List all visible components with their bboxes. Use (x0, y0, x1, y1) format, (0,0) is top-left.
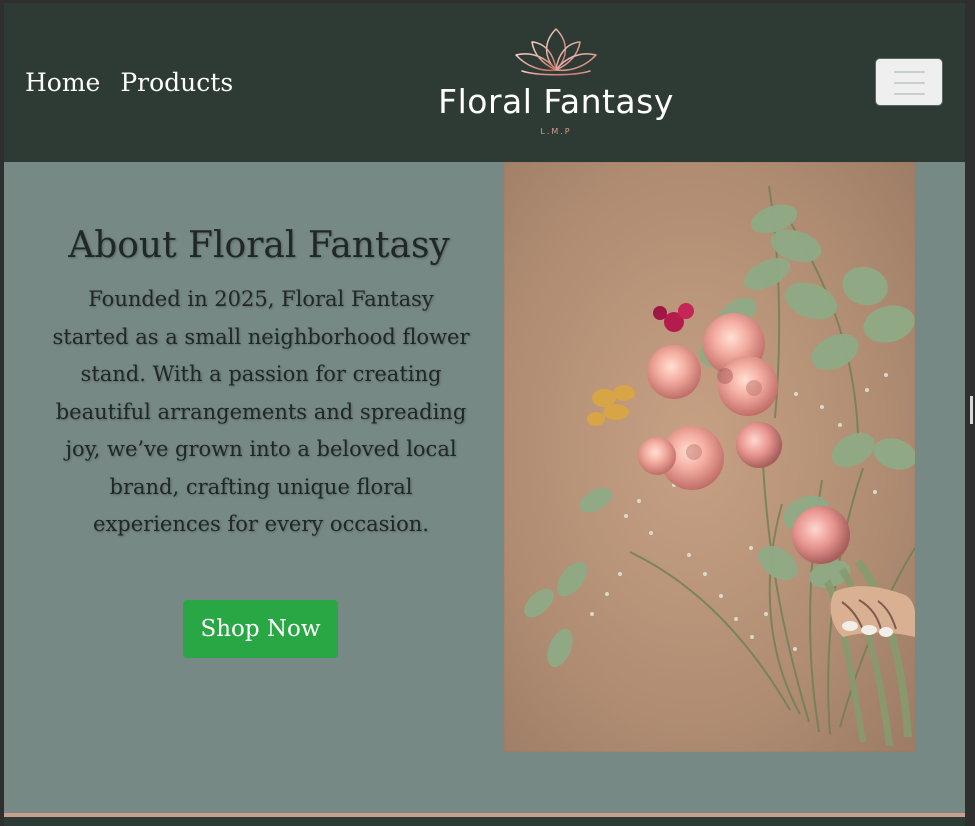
footer-edge (4, 817, 965, 826)
about-description: Founded in 2025, Floral Fantasy started … (52, 287, 470, 536)
brand-title: Floral Fantasy (438, 82, 674, 121)
hamburger-menu-icon-bottom-bar (894, 93, 925, 95)
browser-frame: Home Products Floral Fantasy L.M.P About… (4, 3, 965, 826)
menu-toggle-button[interactable] (875, 58, 943, 106)
lotus-icon (515, 28, 597, 76)
navbar: Home Products Floral Fantasy L.M.P (4, 3, 965, 162)
scrollbar-thumb[interactable] (970, 396, 973, 424)
bouquet-photo (504, 162, 915, 752)
nav-link-home[interactable]: Home (25, 66, 100, 100)
hamburger-menu-icon-top-bar (894, 71, 925, 73)
main-navigation: Home Products (25, 66, 233, 100)
brand-subtitle: L.M.P (540, 127, 572, 136)
floral-fantasy-logo[interactable]: Floral Fantasy L.M.P (430, 25, 682, 141)
nav-link-products[interactable]: Products (120, 66, 233, 100)
hamburger-menu-icon-middle-bar (894, 82, 925, 84)
bouquet-image (504, 162, 915, 752)
shop-now-button[interactable]: Shop Now (183, 600, 338, 658)
about-title: About Floral Fantasy (68, 225, 450, 266)
